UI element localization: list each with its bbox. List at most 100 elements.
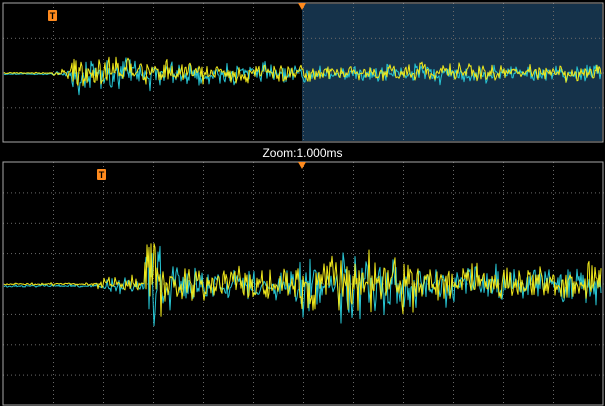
grid-dot bbox=[183, 107, 184, 109]
grid-dot bbox=[551, 313, 552, 315]
grid-dot bbox=[353, 51, 354, 52]
grid-dot bbox=[267, 374, 268, 376]
grid-dot bbox=[253, 55, 254, 56]
grid-dot bbox=[503, 37, 504, 39]
grid-dot bbox=[487, 222, 488, 224]
grid-dot bbox=[403, 127, 404, 128]
grid-dot bbox=[553, 170, 554, 171]
grid-dot bbox=[299, 374, 300, 376]
grid-dot bbox=[353, 342, 354, 343]
grid-dot bbox=[595, 344, 596, 346]
grid-dot bbox=[453, 11, 454, 12]
grid-dot bbox=[453, 270, 454, 271]
grid-dot bbox=[503, 107, 504, 109]
grid-dot bbox=[503, 103, 504, 104]
grid-dot bbox=[499, 374, 500, 376]
grid-dot bbox=[43, 37, 44, 39]
grid-dot bbox=[391, 107, 392, 109]
grid-dot bbox=[253, 11, 254, 12]
grid-dot bbox=[163, 313, 164, 315]
grid-dot bbox=[423, 253, 424, 255]
zoom-trigger-position-marker[interactable]: T bbox=[97, 169, 106, 180]
grid-dot bbox=[253, 210, 254, 211]
grid-dot bbox=[203, 11, 204, 12]
grid-dot bbox=[71, 253, 72, 255]
grid-dot bbox=[53, 326, 54, 327]
grid-dot bbox=[553, 294, 554, 295]
grid-dot bbox=[53, 314, 54, 315]
grid-dot bbox=[279, 253, 280, 255]
grid-dot bbox=[407, 192, 408, 194]
grid-dot bbox=[515, 37, 516, 39]
grid-dot bbox=[175, 192, 176, 194]
grid-dot bbox=[203, 87, 204, 88]
grid-dot bbox=[153, 170, 154, 171]
grid-dot bbox=[253, 242, 254, 243]
grid-dot bbox=[303, 19, 304, 20]
grid-dot bbox=[103, 135, 104, 136]
grid-dot bbox=[103, 27, 104, 28]
grid-dot bbox=[487, 192, 488, 194]
grid-dot bbox=[263, 313, 264, 315]
grid-dot bbox=[483, 37, 484, 39]
grid-dot bbox=[363, 222, 364, 224]
overview-trigger-position-marker[interactable]: T bbox=[48, 10, 57, 21]
grid-dot bbox=[453, 15, 454, 16]
grid-dot bbox=[353, 378, 354, 379]
grid-dot bbox=[353, 322, 354, 323]
grid-dot bbox=[203, 99, 204, 100]
grid-dot bbox=[503, 27, 504, 28]
grid-dot bbox=[503, 390, 504, 391]
grid-dot bbox=[151, 192, 152, 194]
grid-dot bbox=[531, 192, 532, 194]
grid-dot bbox=[127, 253, 128, 255]
grid-dot bbox=[575, 374, 576, 376]
grid-dot bbox=[251, 344, 252, 346]
grid-dot bbox=[53, 47, 54, 48]
grid-dot bbox=[153, 178, 154, 179]
grid-dot bbox=[435, 374, 436, 376]
grid-dot bbox=[243, 344, 244, 346]
grid-dot bbox=[343, 222, 344, 224]
grid-dot bbox=[71, 37, 72, 39]
grid-dot bbox=[495, 192, 496, 194]
grid-dot bbox=[571, 192, 572, 194]
grid-dot bbox=[103, 254, 104, 255]
grid-dot bbox=[207, 107, 208, 109]
grid-dot bbox=[215, 344, 216, 346]
grid-dot bbox=[403, 330, 404, 331]
grid-dot bbox=[243, 37, 244, 39]
grid-dot bbox=[553, 382, 554, 383]
grid-dot bbox=[103, 139, 104, 140]
grid-dot bbox=[453, 226, 454, 227]
grid-dot bbox=[487, 107, 488, 109]
grid-dot bbox=[379, 253, 380, 255]
grid-dot bbox=[203, 318, 204, 319]
grid-dot bbox=[353, 394, 354, 395]
grid-dot bbox=[319, 107, 320, 109]
grid-dot bbox=[553, 39, 554, 40]
grid-dot bbox=[195, 374, 196, 376]
grid-dot bbox=[203, 15, 204, 16]
grid-dot bbox=[253, 111, 254, 112]
grid-dot bbox=[403, 91, 404, 92]
grid-dot bbox=[263, 107, 264, 109]
grid-dot bbox=[227, 192, 228, 194]
grid-dot bbox=[495, 253, 496, 255]
grid-dot bbox=[455, 192, 456, 194]
grid-dot bbox=[53, 71, 54, 72]
grid-dot bbox=[295, 313, 296, 315]
grid-dot bbox=[303, 294, 304, 295]
grid-dot bbox=[253, 23, 254, 24]
grid-dot bbox=[283, 107, 284, 109]
grid-dot bbox=[453, 198, 454, 199]
grid-dot bbox=[153, 95, 154, 96]
grid-dot bbox=[439, 374, 440, 376]
grid-dot bbox=[211, 107, 212, 109]
grid-dot bbox=[353, 382, 354, 383]
grid-dot bbox=[253, 230, 254, 231]
grid-dot bbox=[367, 374, 368, 376]
grid-dot bbox=[71, 107, 72, 109]
grid-dot bbox=[315, 192, 316, 194]
grid-dot bbox=[511, 37, 512, 39]
